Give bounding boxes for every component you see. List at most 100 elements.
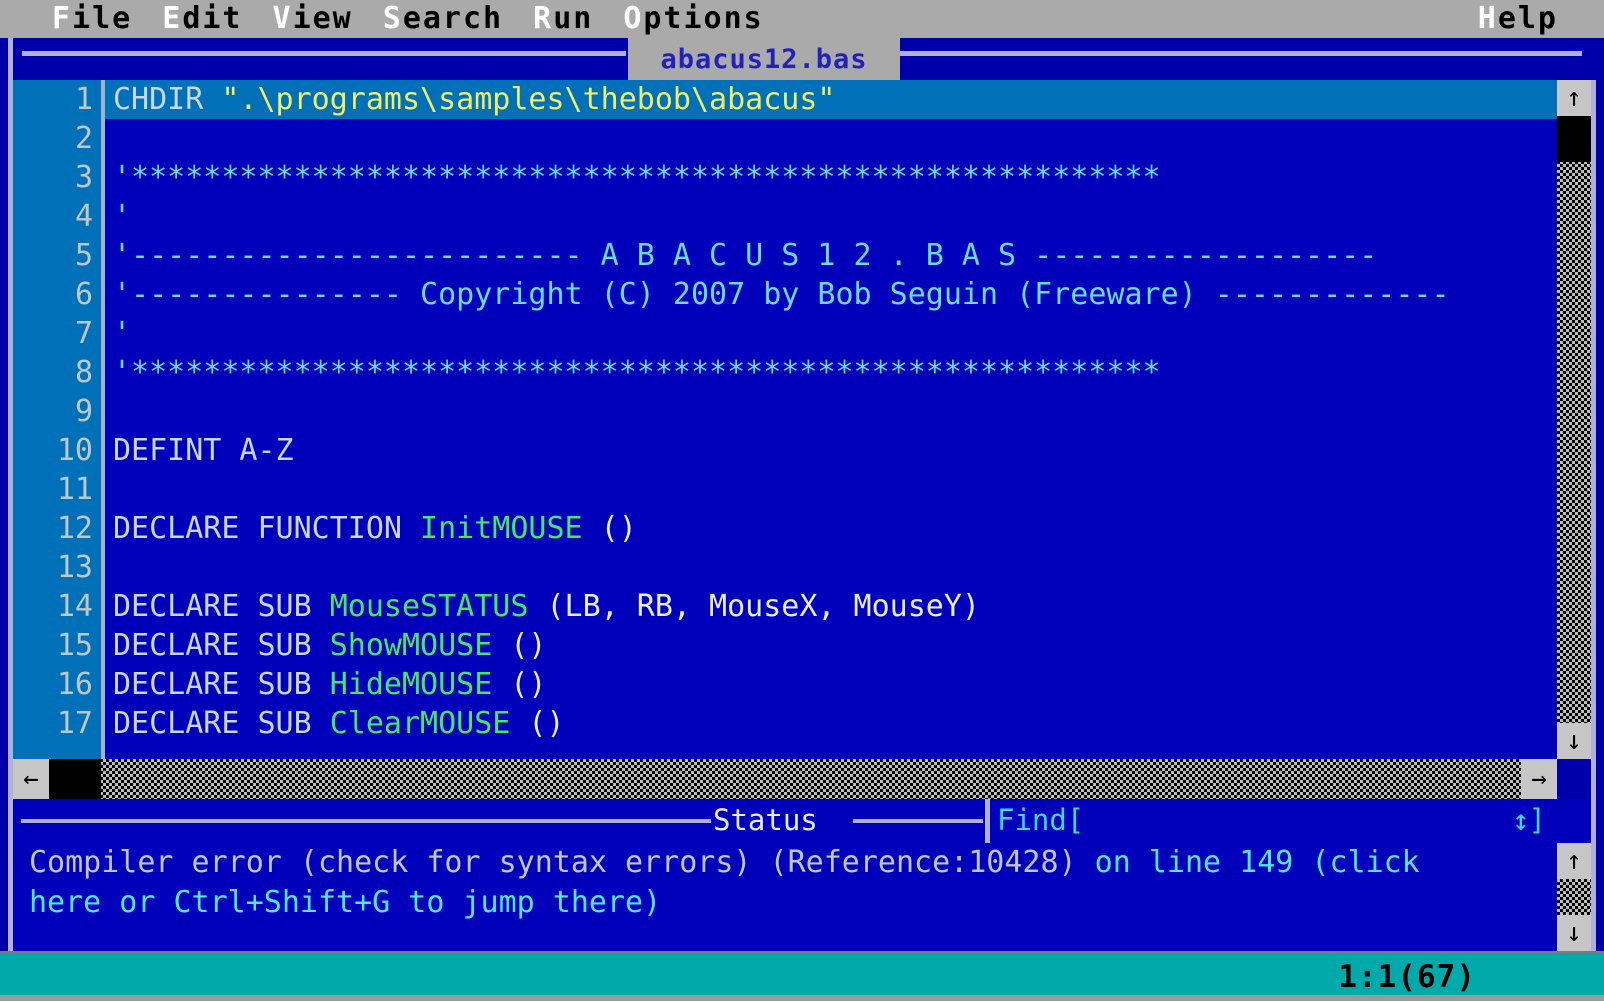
vertical-scroll-track[interactable] bbox=[1557, 116, 1591, 723]
code-line[interactable]: DECLARE SUB ShowMOUSE () bbox=[105, 626, 1557, 665]
code-token-pl: () bbox=[492, 628, 547, 663]
code-text-area[interactable]: CHDIR ".\programs\samples\thebob\abacus"… bbox=[105, 80, 1557, 759]
window-bottom-edge bbox=[0, 995, 1604, 1001]
scroll-up-button[interactable]: ↑ bbox=[1557, 80, 1591, 116]
code-line[interactable]: ' bbox=[105, 197, 1557, 236]
code-token-kw: DECLARE FUNCTION bbox=[113, 511, 421, 546]
code-token-id: ClearMOUSE bbox=[329, 706, 511, 741]
menu-edit-label: dit bbox=[182, 1, 243, 36]
qbasic-ide-window: File Edit View Search Run Options Help a… bbox=[0, 0, 1604, 1001]
code-line[interactable]: DECLARE SUB MouseSTATUS (LB, RB, MouseX,… bbox=[105, 587, 1557, 626]
code-token-pl: () bbox=[510, 706, 565, 741]
code-line[interactable]: '***************************************… bbox=[105, 353, 1557, 392]
status-message-line-1[interactable]: Compiler error (check for syntax errors)… bbox=[29, 843, 1557, 883]
menu-options-hotkey: O bbox=[623, 1, 644, 36]
horizontal-scroll-thumb[interactable] bbox=[49, 759, 101, 799]
code-line[interactable]: DECLARE SUB ClearMOUSE () bbox=[105, 704, 1557, 743]
scroll-down-button[interactable]: ↓ bbox=[1557, 723, 1591, 759]
code-line[interactable]: ' bbox=[105, 314, 1557, 353]
menu-help-label: elp bbox=[1497, 1, 1558, 36]
menu-help[interactable]: Help bbox=[1478, 4, 1558, 34]
menu-search[interactable]: Search bbox=[383, 4, 503, 34]
file-title-tab[interactable]: abacus12.bas bbox=[628, 38, 900, 80]
status-scroll-up-button[interactable]: ↑ bbox=[1557, 843, 1591, 879]
panel-resize-widget[interactable]: ↕] bbox=[1512, 804, 1546, 837]
line-number: 12 bbox=[56, 511, 93, 546]
status-message[interactable]: Compiler error (check for syntax errors)… bbox=[13, 843, 1557, 951]
code-token-pl: (LB, RB, MouseX, MouseY) bbox=[528, 589, 980, 624]
menu-run[interactable]: Run bbox=[533, 4, 593, 34]
vertical-scroll-thumb[interactable] bbox=[1557, 116, 1591, 162]
editor-area: 1 2 3 4 5 6 7 8 9 10 11 12 13 14 15 16 17 CHDIR ".\progr… bbox=[8, 80, 1596, 759]
line-number: 5 bbox=[74, 238, 93, 273]
code-token-id: HideMOUSE bbox=[329, 667, 493, 702]
code-line[interactable]: '***************************************… bbox=[105, 158, 1557, 197]
menu-view-hotkey: V bbox=[272, 1, 293, 36]
window-border-top-right bbox=[900, 51, 1582, 56]
status-panel-body: Compiler error (check for syntax errors)… bbox=[13, 843, 1591, 951]
status-panel-title: Status bbox=[713, 803, 818, 837]
status-scroll-track[interactable] bbox=[1557, 879, 1591, 915]
code-line[interactable] bbox=[105, 392, 1557, 431]
menu-view-label: iew bbox=[292, 1, 353, 36]
code-line[interactable] bbox=[105, 548, 1557, 587]
line-number: 7 bbox=[74, 316, 93, 351]
code-line[interactable] bbox=[105, 470, 1557, 509]
line-number: 17 bbox=[56, 706, 93, 741]
code-token-cmt: '***************************************… bbox=[113, 355, 1161, 390]
status-rule-left bbox=[21, 819, 711, 823]
editor-horizontal-scrollbar-row: ← → bbox=[8, 759, 1596, 799]
code-token-cmt: '--------------- Copyright (C) 2007 by B… bbox=[113, 277, 1450, 312]
line-number: 6 bbox=[74, 277, 93, 312]
code-token-kw: DECLARE SUB bbox=[113, 628, 330, 663]
line-number: 9 bbox=[74, 394, 93, 429]
code-line[interactable]: DEFINT A-Z bbox=[105, 431, 1557, 470]
status-error-link-cont[interactable]: here or Ctrl+Shift+G to jump there) bbox=[29, 885, 661, 920]
scroll-left-button[interactable]: ← bbox=[13, 759, 49, 799]
window-border-top-left bbox=[22, 51, 626, 56]
scrollbar-corner bbox=[1557, 759, 1591, 799]
code-token-kw: DEFINT A-Z bbox=[113, 433, 294, 468]
menu-edit-hotkey: E bbox=[162, 1, 183, 36]
scroll-right-button[interactable]: → bbox=[1521, 759, 1557, 799]
find-field-label[interactable]: Find[ bbox=[997, 804, 1084, 837]
line-number: 10 bbox=[56, 433, 93, 468]
menu-search-label: earch bbox=[402, 1, 504, 36]
status-panel-header: Status Find[ ↕] bbox=[13, 799, 1591, 843]
code-line[interactable] bbox=[105, 119, 1557, 158]
status-error-link[interactable]: on line 149 (click bbox=[1095, 845, 1420, 880]
code-line[interactable]: DECLARE FUNCTION InitMOUSE () bbox=[105, 509, 1557, 548]
menu-run-hotkey: R bbox=[533, 1, 554, 36]
line-number: 15 bbox=[56, 628, 93, 663]
editor-inner: 1 2 3 4 5 6 7 8 9 10 11 12 13 14 15 16 17 CHDIR ".\progr… bbox=[13, 80, 1557, 759]
menu-edit[interactable]: Edit bbox=[162, 4, 242, 34]
code-line[interactable]: CHDIR ".\programs\samples\thebob\abacus" bbox=[105, 80, 1557, 119]
menu-options[interactable]: Options bbox=[623, 4, 763, 34]
status-message-line-2[interactable]: here or Ctrl+Shift+G to jump there) bbox=[29, 883, 1557, 923]
code-token-id: ShowMOUSE bbox=[329, 628, 493, 663]
menu-view[interactable]: View bbox=[273, 4, 353, 34]
line-number: 4 bbox=[74, 199, 93, 234]
code-token-str: ".\programs\samples\thebob\abacus" bbox=[221, 82, 836, 117]
menu-search-hotkey: S bbox=[382, 1, 403, 36]
line-number-gutter: 1 2 3 4 5 6 7 8 9 10 11 12 13 14 15 16 17 bbox=[13, 80, 105, 759]
editor-horizontal-scrollbar[interactable]: ← → bbox=[13, 759, 1557, 799]
menu-bar: File Edit View Search Run Options Help bbox=[0, 0, 1604, 38]
menu-help-hotkey: H bbox=[1477, 1, 1498, 36]
code-token-cmt: '------------------------- A B A C U S 1… bbox=[113, 238, 1378, 273]
code-token-pl: () bbox=[582, 511, 637, 546]
code-line[interactable]: DECLARE SUB HideMOUSE () bbox=[105, 665, 1557, 704]
line-number: 3 bbox=[74, 160, 93, 195]
status-panel: Status Find[ ↕] Compiler error (check fo… bbox=[8, 799, 1596, 951]
status-scroll-down-button[interactable]: ↓ bbox=[1557, 915, 1591, 951]
menu-file[interactable]: File bbox=[52, 4, 132, 34]
horizontal-scroll-track[interactable] bbox=[49, 759, 1521, 799]
code-line[interactable]: '------------------------- A B A C U S 1… bbox=[105, 236, 1557, 275]
editor-vertical-scrollbar[interactable]: ↑ ↓ bbox=[1557, 80, 1591, 759]
code-token-pl: () bbox=[492, 667, 547, 702]
status-vertical-scrollbar[interactable]: ↑ ↓ bbox=[1557, 843, 1591, 951]
code-token-kw: DECLARE SUB bbox=[113, 706, 330, 741]
line-number: 14 bbox=[56, 589, 93, 624]
status-rule-mid bbox=[853, 819, 983, 823]
code-line[interactable]: '--------------- Copyright (C) 2007 by B… bbox=[105, 275, 1557, 314]
